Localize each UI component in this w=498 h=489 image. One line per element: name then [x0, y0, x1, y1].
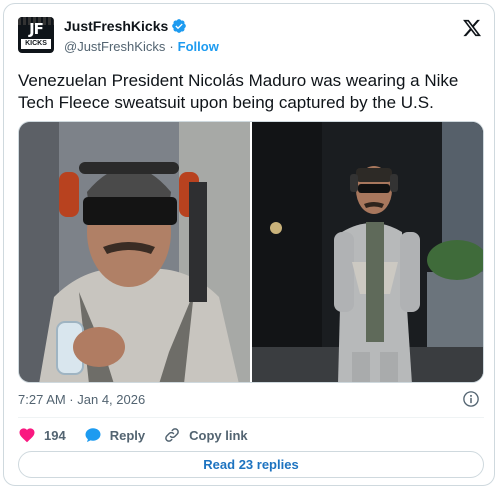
author-name-row: JustFreshKicks [64, 18, 187, 34]
author-handle-row: @JustFreshKicks · Follow [64, 39, 219, 54]
tweet-timestamp[interactable]: 7:27 AM · Jan 4, 2026 [18, 392, 145, 407]
tweet-actions: 194 Reply Copy link [18, 424, 266, 446]
heart-icon [19, 428, 35, 443]
follow-button[interactable]: Follow [178, 39, 219, 54]
verified-badge-icon [172, 19, 187, 33]
reply-bubble-icon [85, 428, 101, 443]
photo-right-illustration [252, 122, 483, 382]
reply-label: Reply [109, 427, 146, 443]
tweet-text: Venezuelan President Nicolás Maduro was … [18, 71, 459, 112]
photo-right[interactable] [252, 122, 483, 382]
separator-dot: · [169, 39, 174, 54]
reply-button[interactable]: Reply [84, 426, 145, 444]
x-logo-icon[interactable] [462, 18, 482, 38]
like-count: 194 [44, 427, 66, 443]
avatar-logo-text: JF [29, 20, 44, 38]
photo-left-illustration [19, 122, 250, 382]
author-name[interactable]: JustFreshKicks [64, 18, 168, 34]
divider [18, 417, 484, 418]
tweet-media[interactable] [18, 121, 484, 383]
like-button[interactable]: 194 [18, 426, 66, 444]
tweet-header: JF KICKS JustFreshKicks @JustFreshKicks … [18, 14, 484, 60]
author-handle[interactable]: @JustFreshKicks [64, 39, 165, 54]
photo-left[interactable] [19, 122, 250, 382]
avatar[interactable]: JF KICKS [18, 17, 54, 53]
link-icon [165, 428, 179, 442]
copy-link-label: Copy link [189, 427, 248, 443]
tweet-card: JF KICKS JustFreshKicks @JustFreshKicks … [3, 3, 495, 486]
read-replies-button[interactable]: Read 23 replies [18, 451, 484, 478]
avatar-logo-subtext: KICKS [21, 39, 51, 49]
copy-link-button[interactable]: Copy link [163, 426, 248, 444]
info-icon[interactable] [462, 390, 480, 408]
